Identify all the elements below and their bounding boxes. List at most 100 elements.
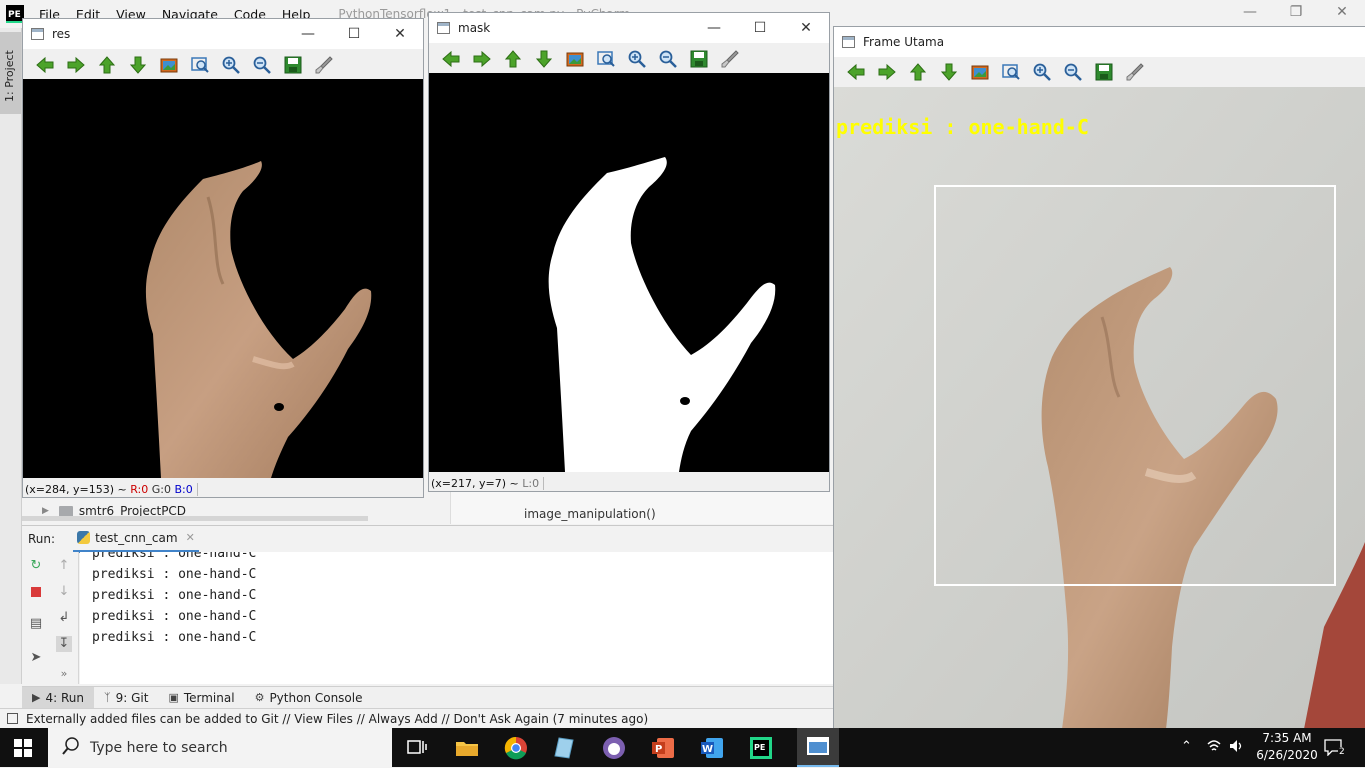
- notepad-icon[interactable]: [553, 736, 577, 760]
- scroll-down-icon[interactable]: ↓: [56, 584, 72, 600]
- res-coords: (x=284, y=153) ~: [25, 482, 127, 496]
- tab-run[interactable]: ▶ 4: Run: [22, 686, 94, 709]
- frame-utama-window: Frame Utama prediksi: one-hand-C: [833, 26, 1365, 729]
- mask-status-bar: (x=217, y=7) ~ L:0: [429, 473, 829, 493]
- zoom-in-icon[interactable]: [1026, 60, 1057, 84]
- res-title: res: [52, 27, 71, 41]
- word-icon[interactable]: W: [700, 736, 724, 760]
- arrow-right-icon[interactable]: [60, 53, 91, 77]
- stop-icon[interactable]: [28, 584, 44, 600]
- tray-chevron-icon[interactable]: ⌃: [1181, 739, 1192, 754]
- console-line: prediksi : one-hand-C: [92, 567, 257, 582]
- image-icon[interactable]: [153, 53, 184, 77]
- status-message[interactable]: Externally added files can be added to G…: [26, 712, 648, 726]
- properties-icon[interactable]: [308, 53, 339, 77]
- expand-arrow-icon[interactable]: ▶: [42, 506, 49, 516]
- frame-image-canvas[interactable]: prediksi : one-hand-C: [834, 87, 1365, 729]
- status-toggle-icon[interactable]: [7, 713, 18, 724]
- powerpoint-icon[interactable]: P: [651, 736, 675, 760]
- image-icon[interactable]: [964, 60, 995, 84]
- image-icon[interactable]: [559, 47, 590, 71]
- properties-icon[interactable]: [1119, 60, 1150, 84]
- console-line: prediksi : one-hand-C: [92, 609, 257, 624]
- rerun-icon[interactable]: ↻: [28, 558, 44, 574]
- restore-icon[interactable]: ❐: [1273, 4, 1319, 20]
- zoom-fit-icon[interactable]: [590, 47, 621, 71]
- tab-python-console-label: Python Console: [269, 690, 363, 705]
- arrow-up-icon[interactable]: [902, 60, 933, 84]
- terminal-icon: ▣: [168, 691, 179, 704]
- arrow-left-icon[interactable]: [435, 47, 466, 71]
- file-explorer-icon[interactable]: [455, 736, 479, 760]
- maximize-icon[interactable]: ☐: [737, 13, 783, 43]
- taskbar-search-box[interactable]: Type here to search: [48, 728, 392, 767]
- windows-start-icon[interactable]: [14, 739, 32, 760]
- arrow-left-icon[interactable]: [840, 60, 871, 84]
- task-view-icon[interactable]: [405, 736, 429, 760]
- tab-terminal[interactable]: ▣ Terminal: [158, 687, 244, 709]
- layout-icon[interactable]: ▤: [28, 616, 44, 632]
- python-console-icon: ⚙: [254, 691, 265, 704]
- run-config-tab[interactable]: test_cnn_cam ✕: [73, 526, 199, 553]
- scroll-to-end-icon[interactable]: ↧: [56, 636, 72, 652]
- res-title-bar[interactable]: res — ☐ ✕: [23, 19, 423, 49]
- pin-icon[interactable]: ➤: [28, 650, 44, 666]
- tab-git[interactable]: ᛉ 9: Git: [94, 687, 158, 709]
- res-b-value: B:0: [174, 482, 193, 496]
- project-tool-tab[interactable]: 1: Project: [0, 32, 21, 114]
- more-icon[interactable]: »: [56, 666, 72, 682]
- minimize-icon[interactable]: —: [691, 13, 737, 43]
- minimize-icon[interactable]: —: [1227, 4, 1273, 20]
- tree-scrollbar[interactable]: [22, 516, 368, 521]
- maximize-icon[interactable]: ☐: [331, 19, 377, 49]
- res-g-value: G:0: [151, 482, 171, 496]
- arrow-down-icon[interactable]: [933, 60, 964, 84]
- breadcrumb[interactable]: image_manipulation(): [524, 507, 656, 521]
- soft-wrap-icon[interactable]: ↲: [56, 610, 72, 626]
- arrow-right-icon[interactable]: [466, 47, 497, 71]
- search-icon: [62, 737, 80, 758]
- zoom-fit-icon[interactable]: [184, 53, 215, 77]
- save-icon[interactable]: [683, 47, 714, 71]
- mask-image-canvas[interactable]: [429, 73, 829, 472]
- status-bar: Externally added files can be added to G…: [0, 708, 833, 728]
- clock-time[interactable]: 7:35 AM: [1258, 731, 1316, 745]
- zoom-out-icon[interactable]: [246, 53, 277, 77]
- mask-title-bar[interactable]: mask — ☐ ✕: [429, 13, 829, 43]
- zoom-out-icon[interactable]: [1057, 60, 1088, 84]
- arrow-right-icon[interactable]: [871, 60, 902, 84]
- close-icon[interactable]: ✕: [1319, 4, 1365, 20]
- arrow-up-icon[interactable]: [91, 53, 122, 77]
- close-icon[interactable]: ✕: [377, 19, 423, 49]
- console-output[interactable]: prediksi : one-hand-C prediksi : one-han…: [80, 552, 833, 684]
- arrow-down-icon[interactable]: [528, 47, 559, 71]
- close-icon[interactable]: ✕: [783, 13, 829, 43]
- git-branch-icon: ᛉ: [103, 691, 111, 704]
- zoom-out-icon[interactable]: [652, 47, 683, 71]
- frame-title: Frame Utama: [863, 35, 945, 49]
- properties-icon[interactable]: [714, 47, 745, 71]
- anaconda-icon[interactable]: [602, 736, 626, 760]
- mask-toolbar: [429, 44, 829, 74]
- save-icon[interactable]: [277, 53, 308, 77]
- save-icon[interactable]: [1088, 60, 1119, 84]
- scroll-up-icon[interactable]: ↑: [56, 558, 72, 574]
- chrome-icon[interactable]: [504, 736, 528, 760]
- arrow-up-icon[interactable]: [497, 47, 528, 71]
- close-tab-icon[interactable]: ✕: [186, 531, 195, 544]
- res-image-canvas[interactable]: [23, 79, 423, 478]
- zoom-in-icon[interactable]: [215, 53, 246, 77]
- pycharm-icon[interactable]: PE: [749, 736, 773, 760]
- zoom-in-icon[interactable]: [621, 47, 652, 71]
- tab-python-console[interactable]: ⚙ Python Console: [245, 687, 373, 709]
- mask-window: mask — ☐ ✕ (x=217, y=7) ~ L:0: [428, 12, 830, 492]
- arrow-down-icon[interactable]: [122, 53, 153, 77]
- zoom-fit-icon[interactable]: [995, 60, 1026, 84]
- volume-icon[interactable]: [1228, 738, 1246, 757]
- frame-title-bar[interactable]: Frame Utama: [834, 27, 1365, 57]
- clock-date[interactable]: 6/26/2020: [1254, 748, 1320, 762]
- arrow-left-icon[interactable]: [29, 53, 60, 77]
- opencv-window-icon[interactable]: [797, 728, 839, 767]
- minimize-icon[interactable]: —: [285, 19, 331, 49]
- wifi-icon[interactable]: [1206, 738, 1222, 757]
